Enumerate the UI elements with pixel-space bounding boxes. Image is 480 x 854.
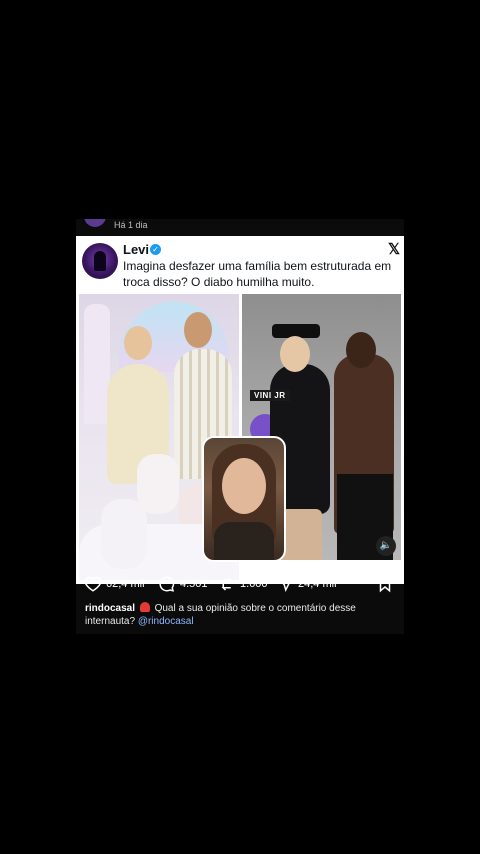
comment-button[interactable]: 4.501 — [158, 575, 208, 593]
caption-mention[interactable]: @rindocasal — [138, 616, 194, 627]
share-count: 24,4 mil — [298, 578, 337, 590]
bookmark-icon — [379, 576, 391, 593]
repost-icon — [221, 577, 233, 591]
post-header: Há 1 dia — [76, 219, 404, 237]
reaction-video-overlay — [202, 436, 286, 562]
comment-count: 4.501 — [180, 578, 208, 590]
tweet-author-avatar — [82, 243, 118, 279]
share-icon — [276, 577, 293, 593]
mute-icon[interactable]: 🔈 — [376, 536, 396, 556]
siren-icon — [139, 602, 150, 612]
tweet-card[interactable]: Levi ✓ 𝕏 Imagina desfazer uma família be… — [76, 236, 404, 584]
tweet-text: Imagina desfazer uma família bem estrutu… — [123, 259, 392, 289]
image-tag: VINI JR — [250, 390, 290, 401]
action-bar: 62,4 mil 4.501 1.600 24,4 mil — [76, 571, 404, 597]
like-button[interactable]: 62,4 mil — [84, 575, 145, 593]
post-container: Há 1 dia Levi ✓ 𝕏 Imagina desfazer uma f… — [76, 219, 404, 634]
post-caption: rindocasal Qual a sua opinião sobre o co… — [85, 602, 401, 628]
like-icon — [84, 576, 102, 592]
x-logo-icon: 𝕏 — [388, 241, 401, 258]
profile-avatar[interactable] — [84, 219, 106, 227]
repost-count: 1.600 — [240, 578, 268, 590]
share-button[interactable]: 24,4 mil — [276, 575, 337, 593]
tweet-author-name: Levi — [123, 242, 150, 257]
comment-icon — [159, 576, 175, 592]
caption-username[interactable]: rindocasal — [85, 603, 135, 614]
like-count: 62,4 mil — [106, 578, 145, 590]
repost-button[interactable]: 1.600 — [218, 575, 268, 593]
verified-icon: ✓ — [150, 244, 161, 255]
post-time: Há 1 dia — [114, 220, 148, 230]
bookmark-button[interactable] — [376, 575, 394, 593]
